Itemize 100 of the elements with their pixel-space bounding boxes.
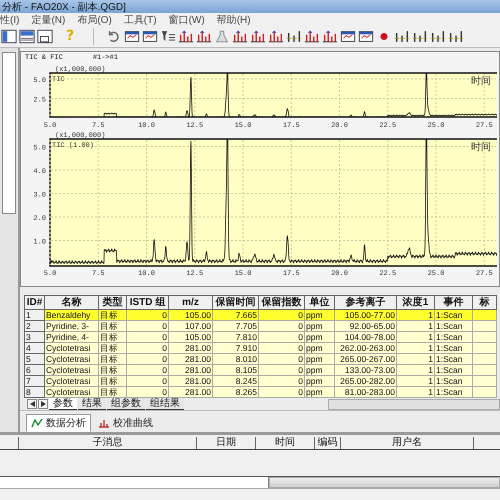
bar-chart-icon[interactable] — [430, 29, 446, 44]
table-cell: 目标 — [98, 376, 126, 386]
table-cell: 8 — [24, 386, 44, 398]
column-header[interactable]: 时间 — [256, 437, 315, 449]
peak-chart-icon[interactable] — [304, 29, 320, 44]
table-cell: 1:Scan — [434, 386, 472, 398]
table-cell: 目标 — [98, 354, 126, 364]
table-cell: 1 — [396, 364, 434, 376]
table-cell: 133.00-73.00 — [334, 364, 396, 376]
column-header[interactable]: ID# — [24, 296, 44, 310]
peak-chart-icon[interactable] — [232, 29, 248, 44]
table-cell: 0 — [126, 354, 168, 364]
window-icon[interactable] — [340, 29, 356, 44]
table-row[interactable]: 7 Cyclotetrasi 目标 0 281.00 8.245 0 ppm 265.00-282.00 1 1:Scan — [24, 376, 496, 386]
table-cell: Cyclotetrasi — [44, 342, 98, 354]
peak-chart-icon[interactable] — [178, 29, 194, 44]
table-cell: 265.00-282.00 — [334, 376, 396, 386]
peak-chart-icon[interactable] — [196, 29, 212, 44]
bar-chart-icon[interactable] — [286, 29, 302, 44]
table-cell: 0 — [126, 364, 168, 376]
menu-item[interactable]: 帮助(H) — [216, 12, 251, 26]
column-header[interactable]: m/z — [168, 296, 212, 310]
column-header[interactable]: 保留时间 — [212, 296, 258, 310]
table-cell: Cyclotetrasi — [44, 364, 98, 376]
table-cell: 1 — [396, 342, 434, 354]
axis-unit-label: 时间 — [471, 142, 491, 153]
table-cell: 8.105 — [212, 364, 258, 376]
table-cell: 92.00-65.00 — [334, 320, 396, 332]
table-cell: 1 — [396, 376, 434, 386]
table-cell: ppm — [304, 342, 334, 354]
sheet-tab[interactable]: 组参数 — [107, 398, 145, 410]
column-header[interactable]: 日期 — [197, 437, 256, 449]
sheet-tab[interactable]: 参数 — [49, 398, 77, 410]
column-header[interactable]: 类型 — [98, 296, 126, 310]
table-cell: 281.00 — [168, 342, 212, 354]
menu-item[interactable]: 定量(N) — [31, 12, 66, 26]
table-cell: 0 — [258, 342, 304, 354]
table-row[interactable]: 8 Cyclotetrasi 目标 0 281.00 8.265 0 ppm 81.00-283.00 1 1:Scan — [24, 386, 496, 398]
column-header[interactable]: 名称 — [44, 296, 98, 310]
table-row[interactable]: 3 Pyridine, 4- 目标 0 105.00 7.810 0 ppm 104.00-78.00 1 1:Scan — [24, 332, 496, 342]
column-header[interactable]: 用户名 — [341, 437, 474, 449]
table-cell: 目标 — [98, 364, 126, 376]
column-header[interactable]: 标 — [472, 296, 496, 310]
axis-unit-label: 时间 — [471, 76, 491, 87]
table-row[interactable]: 5 Cyclotetrasi 目标 0 281.00 8.010 0 ppm 265.00-267.00 1 1:Scan — [24, 354, 496, 364]
column-header[interactable]: 保留指数 — [258, 296, 304, 310]
bar-chart-icon[interactable] — [412, 29, 428, 44]
table-cell: 1:Scan — [434, 342, 472, 354]
window-icon[interactable] — [358, 29, 374, 44]
menu-item[interactable]: 布局(O) — [77, 12, 112, 26]
table-cell: 81.00-283.00 — [334, 386, 396, 398]
menu-item[interactable]: 工具(T) — [124, 12, 157, 26]
table-cell: 0 — [258, 354, 304, 364]
view-tab[interactable]: 数据分析 — [26, 414, 91, 432]
column-header[interactable]: 单位 — [304, 296, 334, 310]
column-header[interactable]: 参考离子 — [334, 296, 396, 310]
table-row[interactable]: 4 Cyclotetrasi 目标 0 281.00 7.910 0 ppm 262.00-263.00 1 1:Scan — [24, 342, 496, 354]
layout-icon[interactable] — [37, 29, 53, 44]
table-row[interactable]: 6 Cyclotetrasi 目标 0 281.00 8.105 0 ppm 133.00-73.00 1 1:Scan — [24, 364, 496, 376]
table-cell: 0 — [126, 376, 168, 386]
column-header[interactable]: 事件 — [434, 296, 472, 310]
chart-icon — [31, 418, 43, 428]
column-header[interactable]: ISTD 组 — [126, 296, 168, 310]
window-icon[interactable] — [142, 29, 158, 44]
table-cell: 4 — [24, 342, 44, 354]
peak-chart-icon[interactable] — [250, 29, 266, 44]
scroll-right-button[interactable] — [38, 399, 48, 409]
table-row[interactable]: 1 Benzaldehy 目标 0 105.00 7.665 0 ppm 105.00-77.00 1 1:Scan — [24, 310, 496, 320]
bar-chart-icon[interactable] — [394, 29, 410, 44]
table-cell: 7.810 — [212, 332, 258, 342]
horizontal-scrollbar[interactable] — [328, 398, 500, 410]
menu-item[interactable]: 窗口(W) — [168, 12, 205, 26]
table-cell: ppm — [304, 320, 334, 332]
table-cell: ppm — [304, 386, 334, 398]
column-header[interactable]: 浓度1 — [396, 296, 434, 310]
window-icon[interactable] — [124, 29, 140, 44]
table-cell: 1:Scan — [434, 376, 472, 386]
window-title: 分析 - FAO20X - 副本.QGD] — [2, 0, 126, 14]
table-cell: 2 — [24, 320, 44, 332]
table-cell: 0 — [258, 386, 304, 398]
menu-item[interactable]: 性(I) — [0, 12, 20, 26]
sheet-tab[interactable]: 组结果 — [146, 398, 184, 410]
sheet-tab[interactable]: 结果 — [78, 398, 106, 410]
list-icon[interactable] — [160, 29, 176, 44]
column-header[interactable]: 编码 — [315, 437, 341, 449]
table-cell: 0 — [258, 332, 304, 342]
layout-icon[interactable] — [19, 29, 35, 44]
table-cell: 1 — [396, 386, 434, 398]
scroll-left-button[interactable] — [27, 399, 37, 409]
bar-chart-icon[interactable] — [448, 29, 464, 44]
view-tab[interactable]: 校准曲线 — [93, 414, 158, 432]
horizontal-scrollbar[interactable] — [269, 477, 500, 488]
table-cell: 281.00 — [168, 364, 212, 376]
table-cell: 8.245 — [212, 376, 258, 386]
column-header[interactable]: 子消息 — [19, 437, 197, 449]
peak-chart-icon[interactable] — [322, 29, 338, 44]
table-cell: 107.00 — [168, 320, 212, 332]
peak-chart-icon[interactable] — [268, 29, 284, 44]
layout-icon[interactable] — [1, 29, 17, 44]
table-row[interactable]: 2 Pyridine, 3- 目标 0 107.00 7.705 0 ppm 92.00-65.00 1 1:Scan — [24, 320, 496, 332]
